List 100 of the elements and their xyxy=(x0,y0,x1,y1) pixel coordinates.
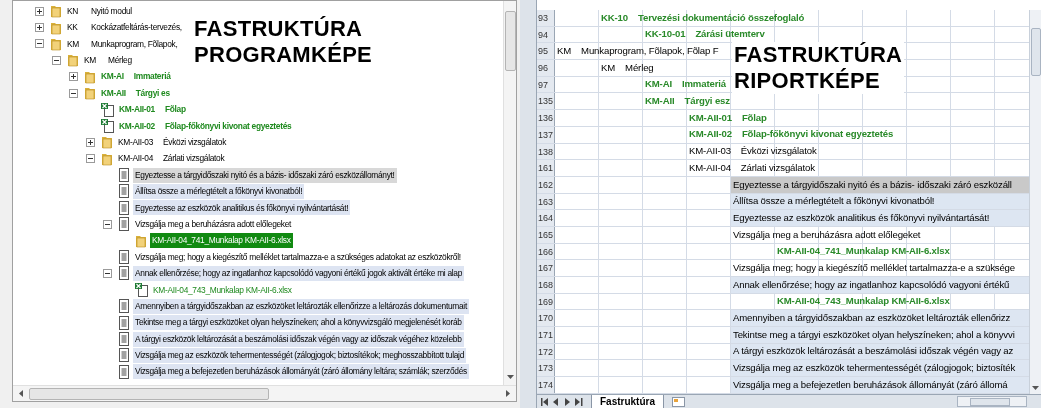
document-icon xyxy=(118,315,130,330)
tree-item[interactable]: KM Mérleg xyxy=(82,52,134,68)
horizontal-scrollbar[interactable] xyxy=(13,385,516,401)
sheet-tab[interactable]: Fastruktúra xyxy=(591,395,664,408)
collapse-icon[interactable] xyxy=(35,39,44,49)
cell-text: Amennyiben a tárgyidőszakban az eszközöket leltározták ellenőrizz xyxy=(731,310,1029,327)
folder-icon xyxy=(101,135,113,150)
tree-item[interactable]: KN Nyitó modul xyxy=(65,3,134,19)
row-number: 135 xyxy=(537,93,555,110)
cell-text: KM Mérleg xyxy=(600,60,654,75)
cell-text: KK-10-01 Zárási ütemterv xyxy=(644,27,765,42)
row-number: 136 xyxy=(537,110,555,126)
tree-item[interactable]: KM-AII-04 Zárlati vizsgálatok xyxy=(116,151,227,167)
cell-text: KM-AI Immateriá xyxy=(644,77,726,92)
cell-text: KM-AII-02 Fõlap-főkönyvi kivonat egyeztetés xyxy=(688,127,894,142)
overlay-title: RIPORTKÉPE xyxy=(732,68,905,94)
cell-text: Vizsgálja meg a beruházásra adott előlegeket xyxy=(732,227,921,242)
document-icon xyxy=(118,299,130,314)
horizontal-scrollbar[interactable] xyxy=(957,396,1027,407)
tree-item[interactable]: KM-AII-04_743_Munkalap KM-AII-6.xlsx xyxy=(151,282,294,298)
scrollbar-thumb[interactable] xyxy=(1030,28,1041,76)
document-icon xyxy=(118,217,130,232)
expand-icon[interactable] xyxy=(69,72,78,82)
insert-sheet-icon[interactable] xyxy=(672,396,685,407)
folder-icon xyxy=(67,53,79,68)
row-number: 96 xyxy=(537,60,555,76)
folder-icon xyxy=(50,4,62,19)
cell-text: KK-10 Tervezési dokumentáció összefoglaló xyxy=(600,10,805,25)
tree-item[interactable]: Amennyiben a tárgyidőszakban az eszközöket leltározták ellenőrizze a leltározás dokumentumait xyxy=(133,298,469,314)
row-number: 95 xyxy=(537,43,555,60)
cell-text: KM-AII-04 Zárlati vizsgálatok xyxy=(688,160,815,175)
row-number: 174 xyxy=(537,377,555,393)
vertical-scrollbar[interactable] xyxy=(503,1,516,385)
tree-item[interactable]: A tárgyi eszközök leltározását a beszámolási időszak végén vagy az időszak végéhez közelebb xyxy=(133,331,464,347)
row-number: 164 xyxy=(537,210,555,226)
folder-icon xyxy=(101,151,113,166)
row-number: 171 xyxy=(537,327,555,343)
tree-item[interactable]: Vizsgálja meg a beruházásra adott előlegeket xyxy=(133,216,294,232)
row-number: 173 xyxy=(537,360,555,377)
document-icon xyxy=(118,184,130,199)
document-icon xyxy=(118,250,130,265)
tree-item[interactable]: Tekintse meg a tárgyi eszközöket olyan helyszíneken; ahol a könyvvizsgáló megjelenését koráb xyxy=(133,315,464,331)
row-number: 161 xyxy=(537,160,555,176)
tree-item[interactable]: Egyeztesse az eszközök analitikus és főkönyvi nyilvántartását! xyxy=(133,200,351,216)
scrollbar-thumb[interactable] xyxy=(504,11,516,71)
scroll-left-icon[interactable] xyxy=(19,390,23,397)
tree-item[interactable]: Vizsgálja meg; hogy a kiegészítő melléklet tartalmazza-e a szükséges adatokat az eszközökről! xyxy=(133,249,463,265)
collapse-icon[interactable] xyxy=(86,154,95,164)
tree-item[interactable]: Annak ellenőrzése; hogy az ingatlanhoz kapcsolódó vagyoni értékű jogok aktivált értéke mi alap xyxy=(133,265,465,281)
collapse-icon[interactable] xyxy=(52,55,61,65)
spreadsheet-file-icon xyxy=(101,102,114,117)
collapse-icon[interactable] xyxy=(103,268,112,278)
row-number: 167 xyxy=(537,260,555,276)
expand-icon[interactable] xyxy=(35,23,44,33)
document-icon xyxy=(118,168,130,183)
cell-text: KM Munkaprogram, Fõlapok, Fõlap F xyxy=(556,44,719,58)
scrollbar-thumb[interactable] xyxy=(970,397,1010,406)
collapse-icon[interactable] xyxy=(69,88,78,98)
cell-text: Vizsgálja meg az eszközök tehermentességét (zálogjogok; biztosíték xyxy=(731,360,1029,377)
scroll-down-icon[interactable] xyxy=(1032,386,1039,390)
tree-item[interactable]: Vizsgálja meg a befejezetlen beruházások állományát (záró állomány leltára; számlák; szerződés xyxy=(133,364,469,380)
cell-text: Vizsgálja meg a befejezetlen beruházások állományát (záró állomá xyxy=(731,377,1029,393)
tree-item[interactable]: KM-AII-02 Fõlap-főkönyvi kivonat egyeztetés xyxy=(117,118,294,134)
row-number: 168 xyxy=(537,277,555,293)
tree-item[interactable]: KM-AII Tárgyi es xyxy=(99,85,172,101)
tree-item[interactable]: KM Munkaprogram, Fõlapok, xyxy=(65,36,180,52)
cell-text: KM-AII-04_741_Munkalap KM-AII-6.xlsx xyxy=(776,244,950,259)
tree-item[interactable]: KM-AII-04_741_Munkalap KM-AII-6.xlsx xyxy=(150,233,293,249)
row-number: 93 xyxy=(537,10,555,26)
vertical-scrollbar[interactable] xyxy=(1029,10,1041,394)
cell-text: Vizsgálja meg; hogy a kiegészítő melléklet tartalmazza-e a szüksége xyxy=(732,260,1015,275)
tree-item[interactable]: KM-AII-01 Fõlap xyxy=(117,102,188,118)
scroll-right-icon[interactable] xyxy=(506,390,510,397)
sheet-navigation-icon[interactable] xyxy=(541,397,583,406)
folder-icon xyxy=(50,20,62,35)
tree-item[interactable]: Egyeztesse a tárgyidőszaki nyitó és a bázis- időszaki záró eszközállományt! xyxy=(133,167,397,183)
row-number: 170 xyxy=(537,310,555,327)
folder-icon xyxy=(50,36,62,51)
cell-text: KM-AII Tárgyi esz xyxy=(644,94,730,109)
document-icon xyxy=(118,364,130,379)
tree-item[interactable]: Vizsgálja meg az eszközök tehermentességét (zálogjogok; biztosítékok; meghosszabbított tulajd xyxy=(133,347,466,363)
folder-icon xyxy=(135,233,147,248)
cell-text: Egyeztesse az eszközök analitikus és főkönyvi nyilvántartását! xyxy=(731,210,1029,226)
collapse-icon[interactable] xyxy=(103,219,112,229)
document-icon xyxy=(118,200,130,215)
expand-icon[interactable] xyxy=(35,6,44,16)
folder-icon xyxy=(84,69,96,84)
cell-text: Annak ellenőrzése; hogy az ingatlanhoz kapcsolódó vagyoni értékű xyxy=(731,277,1029,293)
scrollbar-thumb[interactable] xyxy=(29,387,269,400)
tree-item[interactable]: KM-AII-03 Évközi vizsgálatok xyxy=(116,134,229,150)
scroll-down-icon[interactable] xyxy=(506,375,514,379)
tree-item[interactable]: KK Kockázatfeltárás-tervezés, xyxy=(65,20,184,36)
tree-item[interactable]: KM-AI Immateriá xyxy=(99,69,173,85)
tree-item[interactable]: Állítsa össze a mérlegtételt a főkönyvi kivonatból! xyxy=(133,184,305,199)
folder-icon xyxy=(84,86,96,101)
overlay-title: FASTRUKTÚRA xyxy=(732,42,905,68)
cell-text: KM-AII-01 Fõlap xyxy=(688,110,767,125)
spreadsheet-file-icon xyxy=(101,118,114,133)
document-icon xyxy=(118,348,130,363)
expand-icon[interactable] xyxy=(86,137,95,147)
